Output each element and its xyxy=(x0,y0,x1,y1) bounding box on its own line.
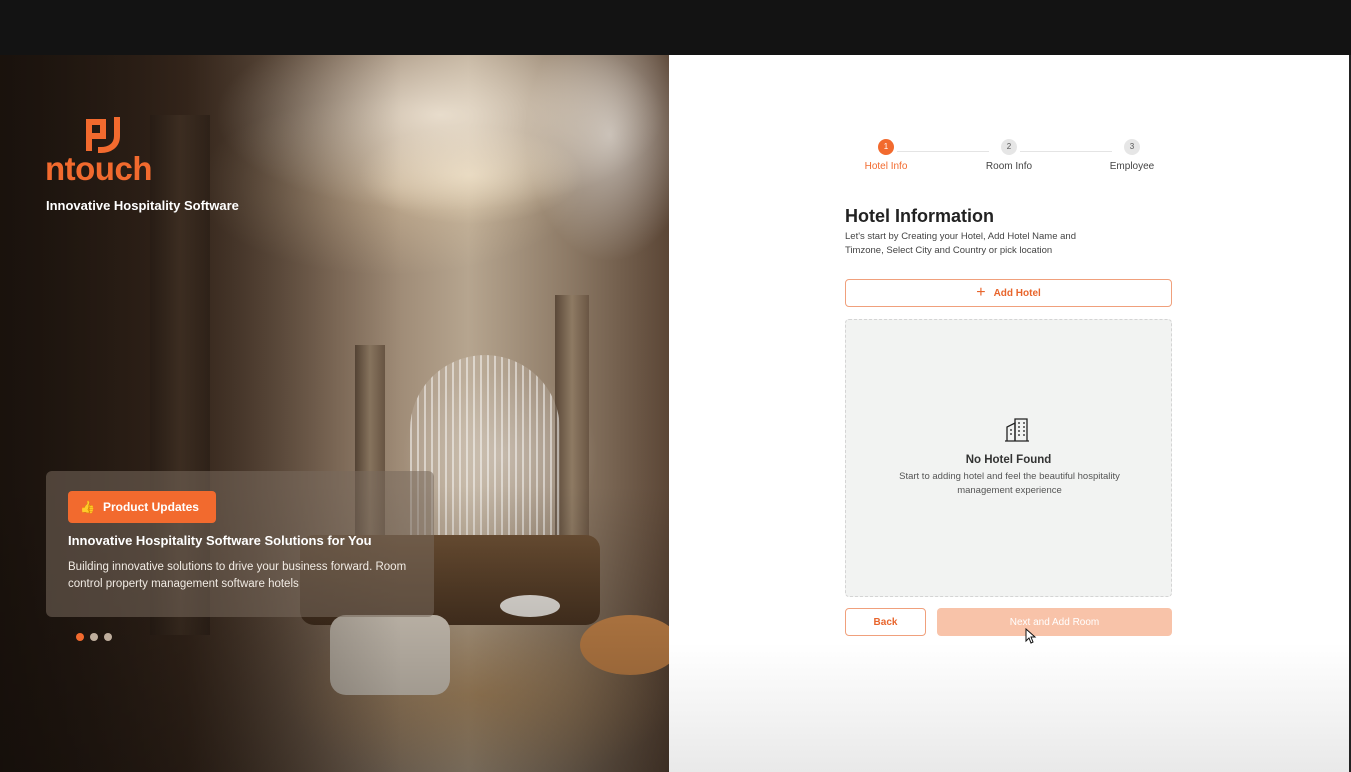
product-updates-badge[interactable]: 👍 Product Updates xyxy=(68,491,216,523)
step-label: Hotel Info xyxy=(864,161,908,172)
carousel-dot[interactable] xyxy=(90,633,98,641)
back-button[interactable]: Back xyxy=(845,608,926,636)
carousel-dots xyxy=(76,633,112,641)
plus-icon: + xyxy=(976,284,986,301)
page-title: Hotel Information xyxy=(845,206,994,226)
next-add-room-button[interactable]: Next and Add Room xyxy=(937,608,1172,636)
stepper: 1 Hotel Info 2 Room Info 3 Employee xyxy=(845,138,1175,178)
thumbs-up-icon: 👍 xyxy=(80,500,95,514)
step-label: Employee xyxy=(1109,161,1155,172)
promo-title: Innovative Hospitality Software Solution… xyxy=(68,533,372,548)
mouse-cursor-icon xyxy=(1025,628,1037,644)
brand-tagline: Innovative Hospitality Software xyxy=(46,198,239,213)
building-icon xyxy=(1005,418,1029,442)
page-description: Let's start by Creating your Hotel, Add … xyxy=(845,231,1076,256)
top-bar xyxy=(0,0,1351,55)
empty-state-title: No Hotel Found xyxy=(965,454,1052,466)
carousel-dot[interactable] xyxy=(76,633,84,641)
step-label: Room Info xyxy=(985,161,1033,172)
step-number: 1 xyxy=(878,139,894,155)
promo-card: 👍 Product Updates Innovative Hospitality… xyxy=(46,471,434,617)
add-hotel-label: Add Hotel xyxy=(993,287,1041,299)
step-number: 2 xyxy=(1001,139,1017,155)
step-number: 3 xyxy=(1124,139,1140,155)
empty-state-description: Start to adding hotel and feel the beaut… xyxy=(899,471,1120,496)
add-hotel-button[interactable]: + Add Hotel xyxy=(845,279,1172,307)
empty-state: No Hotel Found Start to adding hotel and… xyxy=(845,319,1172,597)
step-room-info[interactable]: 2 Room Info xyxy=(969,138,1049,172)
badge-label: Product Updates xyxy=(102,500,199,514)
carousel-dot[interactable] xyxy=(104,633,112,641)
promo-description: Building innovative solutions to drive y… xyxy=(68,561,407,590)
step-employee[interactable]: 3 Employee xyxy=(1092,138,1172,172)
step-hotel-info[interactable]: 1 Hotel Info xyxy=(846,138,926,172)
brand-wordmark: ntouch xyxy=(45,150,152,187)
